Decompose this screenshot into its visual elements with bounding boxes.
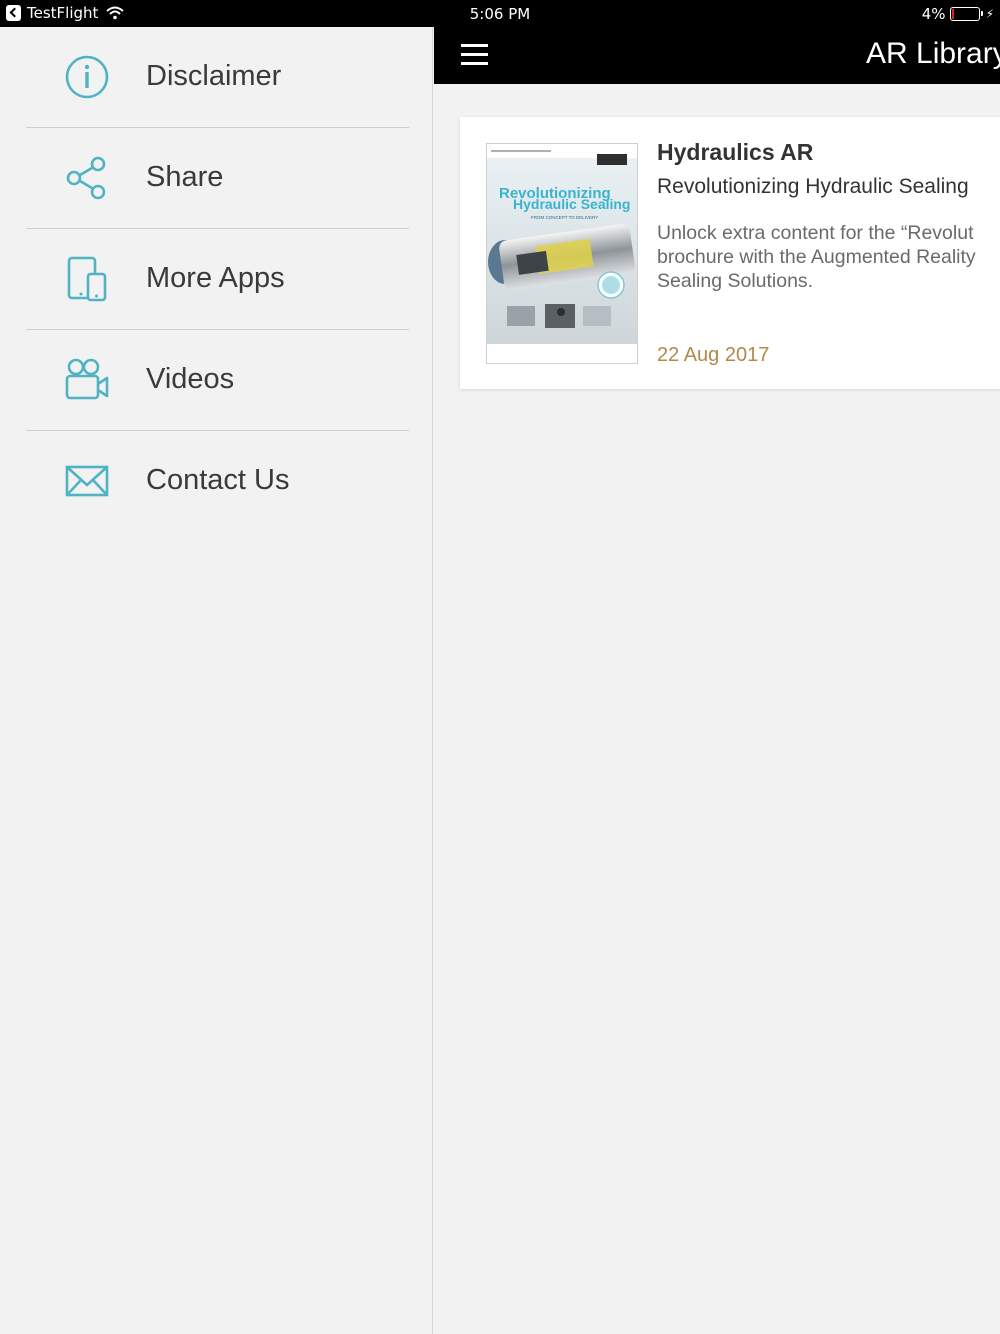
item-description: Unlock extra content for the “Revolut br…	[657, 221, 1000, 293]
info-icon	[65, 55, 109, 99]
thumbnail-tagline: FROM CONCEPT TO DELIVERY	[531, 215, 598, 220]
menu-item-label: Disclaimer	[146, 60, 282, 92]
brochure-cover-image: Revolutionizing Hydraulic Sealing FROM C…	[487, 144, 637, 363]
battery-icon	[949, 7, 983, 21]
share-icon	[66, 156, 106, 200]
item-title: Hydraulics AR	[657, 139, 814, 165]
video-camera-icon	[65, 358, 109, 400]
menu-item-videos[interactable]: Videos	[0, 330, 433, 431]
menu-item-label: Videos	[146, 363, 235, 395]
main-panel: AR Library Revolutionizing Hydraulic Sea…	[434, 27, 1000, 1334]
devices-icon	[67, 256, 107, 302]
page-title: AR Library	[866, 37, 1000, 70]
item-date: 22 Aug 2017	[657, 344, 770, 366]
menu-item-more-apps[interactable]: More Apps	[0, 229, 433, 330]
envelope-icon	[65, 465, 109, 497]
menu-item-share[interactable]: Share	[0, 128, 433, 229]
charging-icon: ⚡	[985, 7, 994, 21]
status-right: 4% ⚡	[922, 5, 994, 23]
top-bar: AR Library	[434, 27, 1000, 84]
battery-percent: 4%	[921, 5, 946, 23]
menu-item-disclaimer[interactable]: Disclaimer	[0, 27, 433, 128]
description-line: brochure with the Augmented Reality	[657, 246, 976, 268]
menu-item-contact-us[interactable]: Contact Us	[0, 431, 433, 532]
library-item-card[interactable]: Revolutionizing Hydraulic Sealing FROM C…	[460, 117, 1000, 389]
description-line: Unlock extra content for the “Revolut	[657, 222, 974, 244]
brochure-thumbnail: Revolutionizing Hydraulic Sealing FROM C…	[486, 143, 638, 364]
status-time: 5:06 PM	[469, 5, 531, 23]
item-subtitle: Revolutionizing Hydraulic Sealing	[657, 175, 969, 198]
thumbnail-heading-2: Hydraulic Sealing	[513, 196, 630, 212]
status-bar: TestFlight 5:06 PM 4% ⚡	[0, 0, 1000, 27]
menu-item-label: Contact Us	[146, 464, 290, 496]
menu-item-label: More Apps	[146, 262, 285, 294]
hamburger-icon[interactable]	[461, 44, 488, 66]
description-line: Sealing Solutions.	[657, 270, 814, 292]
side-menu: Disclaimer Share More Apps Videos Contac…	[0, 27, 433, 1334]
menu-item-label: Share	[146, 161, 224, 193]
